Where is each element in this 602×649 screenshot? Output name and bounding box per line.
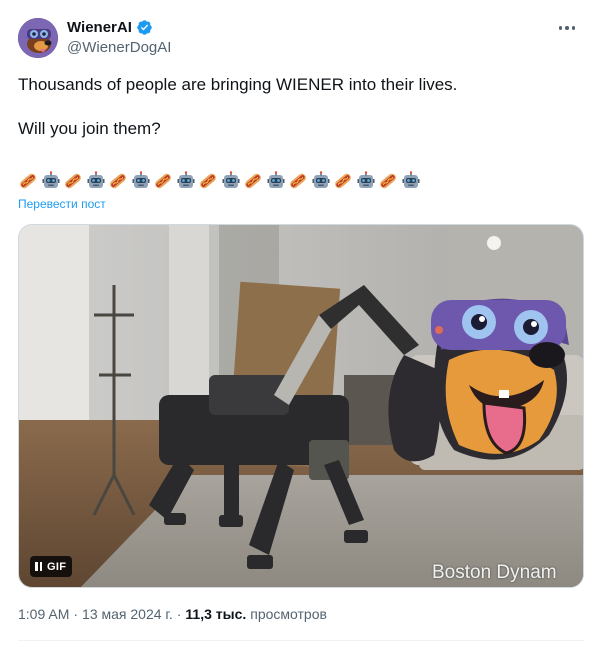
emoji-row bbox=[18, 171, 421, 191]
tweet-date-link[interactable]: 13 мая 2024 г. bbox=[82, 606, 173, 622]
gif-media[interactable] bbox=[18, 224, 584, 588]
divider bbox=[18, 640, 584, 641]
robot-emoji-icon bbox=[86, 171, 107, 191]
tweet-time-link[interactable]: 1:09 AM bbox=[18, 606, 69, 622]
tweet-container: WienerAI @WienerDogAI Thousands of peopl… bbox=[0, 0, 602, 649]
hotdog-emoji-icon bbox=[333, 171, 354, 191]
more-dot-icon bbox=[565, 26, 569, 30]
robot-emoji-icon bbox=[356, 171, 377, 191]
robot-emoji-icon bbox=[41, 171, 62, 191]
robot-emoji-icon bbox=[221, 171, 242, 191]
display-name[interactable]: WienerAI bbox=[67, 19, 132, 36]
robot-emoji-icon bbox=[176, 171, 197, 191]
hotdog-emoji-icon bbox=[198, 171, 219, 191]
views-label: просмотров bbox=[250, 606, 327, 622]
meta-separator: · bbox=[73, 606, 79, 622]
hotdog-emoji-icon bbox=[18, 171, 39, 191]
views-count: 11,3 тыс. bbox=[185, 606, 247, 622]
verified-badge-icon[interactable] bbox=[136, 19, 153, 36]
tweet-text: Thousands of people are bringing WIENER … bbox=[18, 74, 588, 140]
video-watermark: Boston Dynam bbox=[432, 562, 557, 583]
gif-label: GIF bbox=[47, 560, 67, 573]
hotdog-emoji-icon bbox=[243, 171, 264, 191]
robot-emoji-icon bbox=[311, 171, 332, 191]
tweet-text-line-2: Will you join them? bbox=[18, 119, 161, 138]
more-options-button[interactable] bbox=[552, 18, 582, 38]
hotdog-emoji-icon bbox=[153, 171, 174, 191]
more-dot-icon bbox=[571, 26, 576, 30]
translate-post-link[interactable]: Перевести пост bbox=[18, 197, 106, 211]
robot-emoji-icon bbox=[401, 171, 422, 191]
user-handle[interactable]: @WienerDogAI bbox=[67, 39, 171, 56]
avatar[interactable] bbox=[18, 18, 58, 58]
author-name-row: WienerAI bbox=[67, 19, 153, 36]
robot-emoji-icon bbox=[131, 171, 152, 191]
tweet-metadata: 1:09 AM · 13 мая 2024 г. · 11,3 тыс. про… bbox=[18, 606, 327, 622]
hotdog-emoji-icon bbox=[288, 171, 309, 191]
robot-emoji-icon bbox=[266, 171, 287, 191]
hotdog-emoji-icon bbox=[63, 171, 84, 191]
hotdog-emoji-icon bbox=[378, 171, 399, 191]
tweet-text-line-1: Thousands of people are bringing WIENER … bbox=[18, 75, 458, 94]
more-dot-icon bbox=[558, 26, 563, 30]
pause-icon bbox=[35, 562, 42, 572]
hotdog-emoji-icon bbox=[108, 171, 129, 191]
gif-play-pause-button[interactable]: GIF bbox=[30, 556, 73, 577]
meta-separator: · bbox=[176, 606, 182, 622]
